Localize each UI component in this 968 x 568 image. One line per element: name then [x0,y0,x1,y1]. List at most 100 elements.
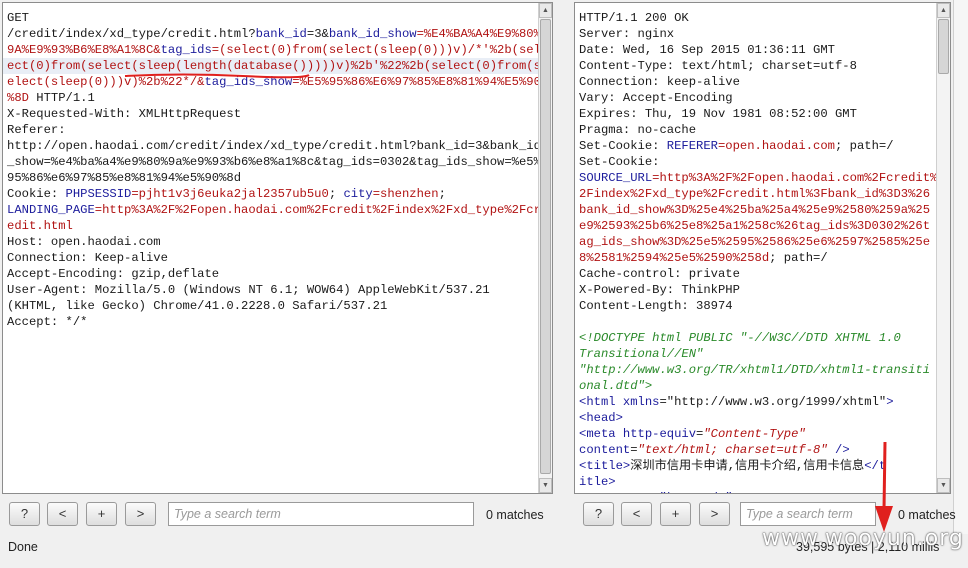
response-token: 2Findex%2Fxd_type%2Fcredit.html%3Fbank_i… [579,187,931,201]
request-token: =%E5%95%86%E6%97%85%E8%81%94%E5%90 [292,75,541,89]
request-line: edit.html [7,218,536,234]
scroll-up-arrow-icon[interactable]: ▲ [937,3,950,18]
response-line: X-Powered-By: ThinkPHP [579,282,934,298]
request-token: Accept: */* [7,315,88,329]
response-line: Connection: keep-alive [579,74,934,90]
scroll-up-arrow-icon[interactable]: ▲ [539,3,552,18]
request-line: Referer: [7,122,536,138]
response-line: Vary: Accept-Encoding [579,90,934,106]
response-line: ag_ids_show%3D%25e5%2595%2586%25e6%2597%… [579,234,934,250]
request-token: %8D [7,91,29,105]
response-token: "http://www.w3.org/TR/xhtml1/DTD/xhtml1-… [579,363,931,377]
response-token: http-equiv [622,427,697,441]
search-input[interactable]: Type a search term [740,502,876,526]
response-token: <meta [579,427,623,441]
scroll-thumb[interactable] [938,19,949,74]
annotation-arrow-icon [875,441,893,532]
response-token: Content-Length: 38974 [579,299,733,313]
request-token: Connection: Keep-alive [7,251,168,265]
response-pane[interactable]: HTTP/1.1 200 OK Server: nginx Date: Wed, 1… [574,2,951,494]
request-token: _show=%e4%ba%a4%e9%80%9a%e9%93%b6%e8%a1%… [7,155,541,169]
request-line: Cookie: PHPSESSID=pjht1v3j6euka2jal2357u… [7,186,536,202]
request-token: =(select(0)from(select(sleep(0)))v)/*'%2… [211,43,541,57]
response-token: =http%3A%2F%2Fopen.haodai.com%2Fcredit% [652,171,938,185]
response-token: HTTP/1.1 200 OK [579,11,689,25]
response-line: 8%2581%2594%25e5%2590%258d; path=/ [579,250,934,266]
request-token: =shenzhen [372,187,439,201]
response-line: HTTP/1.1 200 OK [579,10,934,26]
request-line: GET [7,10,536,26]
next-match-button[interactable]: > [699,502,730,526]
response-token: Cache-control: private [579,267,740,281]
response-token: 深圳市信用卡申请,信用卡介绍,信用卡信息 [630,459,865,473]
response-token: Transitional//EN" [579,347,704,361]
request-token: bank_id_show [328,27,417,41]
request-text[interactable]: GET/credit/index/xd_type/credit.html?ban… [7,10,541,330]
request-scrollbar[interactable]: ▲ ▼ [538,3,552,493]
add-button[interactable]: + [86,502,117,526]
scroll-down-arrow-icon[interactable]: ▼ [937,478,950,493]
request-token: http://open.haodai.com/credit/index/xd_t… [7,139,541,153]
response-token: content [579,443,631,457]
request-token: /credit/index/xd_type/credit.html? [7,27,256,41]
watermark: www.wooyun.org [762,526,964,551]
response-token: <html [579,395,623,409]
request-token: User-Agent: Mozilla/5.0 (Windows NT 6.1;… [7,283,490,297]
response-token: Server: nginx [579,27,675,41]
response-line: Pragma: no-cache [579,122,934,138]
response-line: e9%2593%25b6%25e8%25a1%258c%26tag_ids%3D… [579,218,934,234]
response-token: Vary: Accept-Encoding [579,91,733,105]
response-token: itle> [579,475,616,489]
response-line: Expires: Thu, 19 Nov 1981 08:52:00 GMT [579,106,934,122]
request-token: (KHTML, like Gecko) Chrome/41.0.2228.0 S… [7,299,388,313]
response-token: Set-Cookie: [579,139,667,153]
response-line: bank_id_show%3D%25e4%25ba%25a4%25e9%2580… [579,202,934,218]
request-token: LANDING_PAGE [7,203,95,217]
help-button[interactable]: ? [9,502,40,526]
response-scrollbar[interactable]: ▲ ▼ [936,3,950,493]
next-match-button[interactable]: > [125,502,156,526]
search-input[interactable]: Type a search term [168,502,474,526]
request-line: http://open.haodai.com/credit/index/xd_t… [7,138,541,154]
response-line: SOURCE_URL=http%3A%2F%2Fopen.haodai.com%… [579,170,938,186]
request-token: bank_id [255,27,307,41]
response-text[interactable]: HTTP/1.1 200 OK Server: nginx Date: Wed, 1… [579,10,938,493]
response-token: ; path=/ [835,139,894,153]
previous-match-button[interactable]: < [621,502,652,526]
response-token: = [630,443,638,457]
request-token: PHPSESSID [65,187,132,201]
add-button[interactable]: + [660,502,691,526]
request-line: %8D HTTP/1.1 [7,90,536,106]
response-line: <!DOCTYPE html PUBLIC "-//W3C//DTD XHTML… [579,330,934,346]
response-token: "http://www.w3.org/1999/xhtml" [666,395,887,409]
response-token: <head> [579,411,623,425]
scroll-thumb[interactable] [540,19,551,474]
response-token: bank_id_show%3D%25e4%25ba%25a4%25e9%2580… [579,203,931,217]
match-count: 0 matches [898,508,956,522]
previous-match-button[interactable]: < [47,502,78,526]
request-line: _show=%e4%ba%a4%e9%80%9a%e9%93%b6%e8%a1%… [7,154,541,170]
help-button[interactable]: ? [583,502,614,526]
response-token: <title> [579,459,631,473]
request-line: Host: open.haodai.com [7,234,536,250]
status-text: Done [8,540,38,554]
request-token: X-Requested-With: XMLHttpRequest [7,107,242,121]
response-line: Set-Cookie: REFERER=open.haodai.com; pat… [579,138,934,154]
scroll-down-arrow-icon[interactable]: ▼ [539,478,552,493]
response-token: ag_ids_show%3D%25e5%2595%2586%25e6%2597%… [579,235,931,249]
request-line: (KHTML, like Gecko) Chrome/41.0.2228.0 S… [7,298,536,314]
request-token: ; [438,187,446,201]
response-line: Server: nginx [579,26,934,42]
response-token: Expires: Thu, 19 Nov 1981 08:52:00 GMT [579,107,857,121]
request-line: Accept: */* [7,314,536,330]
response-token: "Content-Type" [703,427,806,441]
response-token: REFERER [666,139,718,153]
request-search-toolbar: ? < + > Type a search term 0 matches [6,500,552,530]
response-line: Content-Length: 38974 [579,298,934,314]
response-line: <html xmlns="http://www.w3.org/1999/xhtm… [579,394,934,410]
request-token: Accept-Encoding: gzip,deflate [7,267,220,281]
request-pane[interactable]: GET/credit/index/xd_type/credit.html?ban… [2,2,553,494]
request-line: User-Agent: Mozilla/5.0 (Windows NT 6.1;… [7,282,536,298]
response-token: X-Powered-By: ThinkPHP [579,283,740,297]
request-token: =3& [306,27,329,41]
